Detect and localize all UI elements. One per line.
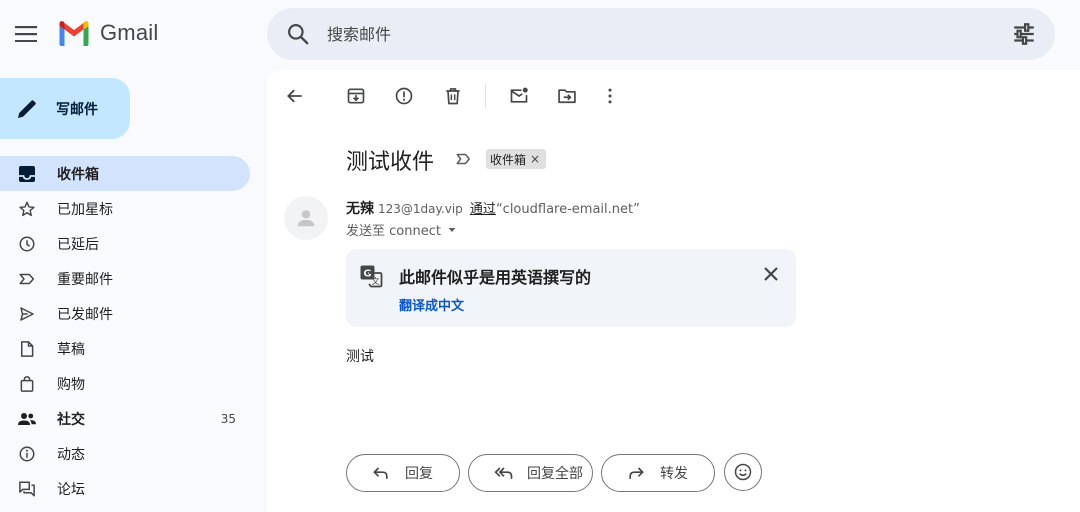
forum-icon bbox=[17, 479, 37, 499]
sidebar-item-label: 收件箱 bbox=[57, 166, 99, 183]
star-icon bbox=[17, 199, 37, 219]
sidebar-item-label: 已加星标 bbox=[57, 201, 113, 218]
recipient-text: 发送至 connect bbox=[346, 224, 441, 239]
sidebar-item-label: 购物 bbox=[57, 376, 85, 393]
emoji-reaction-button[interactable] bbox=[724, 453, 762, 491]
reply-label: 回复 bbox=[405, 466, 433, 482]
gmail-logo[interactable]: Gmail bbox=[57, 20, 158, 46]
remove-label-button[interactable]: × bbox=[530, 152, 540, 166]
reply-all-icon bbox=[494, 467, 513, 479]
search-options-icon[interactable] bbox=[1011, 21, 1037, 47]
importance-marker-icon[interactable] bbox=[455, 150, 473, 168]
more-vert-icon bbox=[608, 88, 612, 104]
forward-button[interactable]: 转发 bbox=[601, 454, 715, 492]
reply-all-label: 回复全部 bbox=[527, 466, 583, 482]
shopping-bag-icon bbox=[17, 374, 37, 394]
sidebar-nav: 收件箱 已加星标 已延后 重要邮件 已发邮件 草稿 购物 社交 35 动态 论坛 bbox=[0, 156, 250, 506]
mark-unread-icon bbox=[510, 87, 528, 103]
forward-label: 转发 bbox=[660, 466, 688, 482]
info-icon bbox=[17, 444, 37, 464]
message-view: 测试收件 收件箱 × 无辣 123@1day.vip 通过“cloudflare-… bbox=[267, 70, 1080, 512]
compose-button[interactable]: 写邮件 bbox=[0, 78, 130, 139]
sidebar-item-drafts[interactable]: 草稿 bbox=[0, 331, 250, 366]
sidebar-item-purchases[interactable]: 购物 bbox=[0, 366, 250, 401]
sidebar-item-label: 草稿 bbox=[57, 341, 85, 358]
hamburger-menu-icon bbox=[15, 26, 37, 42]
pencil-icon bbox=[18, 99, 36, 118]
inbox-icon bbox=[17, 164, 37, 184]
recipient-details-toggle[interactable]: 发送至 connect bbox=[346, 220, 457, 239]
close-translate-button[interactable] bbox=[760, 263, 782, 285]
default-avatar-icon bbox=[297, 210, 315, 227]
sidebar-item-label: 论坛 bbox=[57, 481, 85, 498]
translate-icon: G 文 bbox=[360, 265, 383, 288]
forward-icon bbox=[629, 467, 644, 479]
sidebar-item-updates[interactable]: 动态 bbox=[0, 436, 250, 471]
caret-down-icon bbox=[448, 227, 456, 232]
back-button[interactable] bbox=[283, 84, 307, 108]
delete-icon bbox=[446, 88, 460, 105]
search-input[interactable] bbox=[327, 18, 967, 50]
message-body: 测试 bbox=[346, 349, 374, 365]
sidebar-item-social[interactable]: 社交 35 bbox=[0, 401, 250, 436]
reply-icon bbox=[373, 467, 388, 479]
toolbar-divider bbox=[485, 84, 486, 108]
sidebar-item-label: 重要邮件 bbox=[57, 271, 113, 288]
send-icon bbox=[17, 304, 37, 324]
search-icon[interactable] bbox=[285, 21, 311, 47]
via-domain: “cloudflare-email.net” bbox=[495, 202, 640, 217]
message-subject: 测试收件 bbox=[346, 150, 435, 175]
sidebar-item-sent[interactable]: 已发邮件 bbox=[0, 296, 250, 331]
compose-label: 写邮件 bbox=[56, 101, 98, 118]
inbox-label-chip: 收件箱 × bbox=[486, 149, 547, 169]
sender-email: 123@1day.vip bbox=[378, 202, 463, 216]
draft-icon bbox=[17, 339, 37, 359]
sidebar-item-inbox[interactable]: 收件箱 bbox=[0, 156, 250, 191]
mark-unread-button[interactable] bbox=[507, 84, 531, 108]
close-icon bbox=[764, 267, 778, 281]
sidebar-item-important[interactable]: 重要邮件 bbox=[0, 261, 250, 296]
sidebar-item-label: 已延后 bbox=[57, 236, 99, 253]
move-to-button[interactable] bbox=[555, 84, 579, 108]
people-icon bbox=[17, 409, 37, 429]
sender-name[interactable]: 无辣 bbox=[346, 201, 374, 217]
label-chip-text: 收件箱 bbox=[490, 152, 527, 167]
sidebar-item-forums[interactable]: 论坛 bbox=[0, 471, 250, 506]
clock-icon bbox=[17, 234, 37, 254]
sidebar-item-starred[interactable]: 已加星标 bbox=[0, 191, 250, 226]
sidebar-item-label: 已发邮件 bbox=[57, 306, 113, 323]
app-name: Gmail bbox=[100, 20, 159, 45]
back-arrow-icon bbox=[287, 89, 302, 103]
svg-text:G: G bbox=[363, 269, 371, 280]
main-menu-button[interactable] bbox=[12, 20, 40, 48]
archive-icon bbox=[347, 88, 365, 104]
delete-button[interactable] bbox=[441, 84, 465, 108]
search-bar bbox=[267, 8, 1055, 60]
translate-to-chinese-link[interactable]: 翻译成中文 bbox=[399, 295, 464, 314]
sidebar-item-label: 动态 bbox=[57, 446, 85, 463]
report-spam-icon bbox=[395, 87, 413, 105]
svg-text:文: 文 bbox=[372, 276, 380, 286]
sender-avatar[interactable] bbox=[284, 196, 328, 240]
sidebar-item-label: 社交 bbox=[57, 411, 85, 428]
via-link[interactable]: 通过 bbox=[470, 202, 496, 217]
unread-count: 35 bbox=[220, 411, 236, 426]
smiley-icon bbox=[734, 463, 752, 481]
archive-button[interactable] bbox=[344, 84, 368, 108]
reply-all-button[interactable]: 回复全部 bbox=[468, 454, 593, 492]
report-spam-button[interactable] bbox=[392, 84, 416, 108]
sidebar-item-snoozed[interactable]: 已延后 bbox=[0, 226, 250, 261]
reply-button[interactable]: 回复 bbox=[346, 454, 460, 492]
gmail-m-icon bbox=[59, 21, 89, 46]
important-icon bbox=[17, 269, 37, 289]
translate-banner: G 文 此邮件似乎是用英语撰写的 翻译成中文 bbox=[346, 249, 796, 327]
move-to-icon bbox=[558, 89, 576, 104]
sender-info: 无辣 123@1day.vip 通过“cloudflare-email.net” bbox=[346, 198, 640, 218]
translate-banner-title: 此邮件似乎是用英语撰写的 bbox=[399, 268, 592, 287]
more-options-button[interactable] bbox=[598, 84, 622, 108]
